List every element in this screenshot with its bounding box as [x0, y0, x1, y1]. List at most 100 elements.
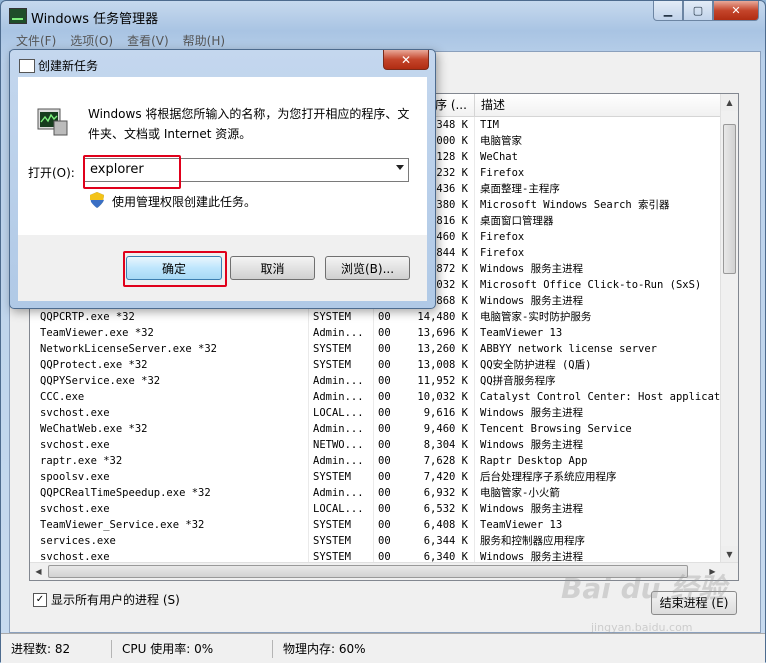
- table-row[interactable]: spoolsv.exe SYSTEM 00 7,420 K 后台处理程序子系统应用程序: [30, 469, 720, 485]
- process-description: ABBYY network license server: [480, 343, 658, 355]
- process-user: SYSTEM: [313, 343, 351, 355]
- process-description: Tencent Browsing Service: [480, 423, 632, 435]
- dialog-close-button[interactable]: ✕: [383, 50, 429, 70]
- process-description: TeamViewer 13: [480, 327, 563, 339]
- process-name: NetworkLicenseServer.exe *32: [40, 343, 218, 355]
- column-header-memory[interactable]: 序 (...: [430, 94, 479, 117]
- table-row[interactable]: CCC.exe Admin... 00 10,032 K Catalyst Contro…: [30, 389, 730, 405]
- process-cpu: 00: [378, 519, 391, 531]
- show-all-label: 显示所有用户的进程 (S): [51, 593, 180, 607]
- process-user: LOCAL...: [313, 407, 364, 419]
- table-row[interactable]: svchost.exe LOCAL... 00 6,532 K Windows 服务主进…: [30, 501, 720, 517]
- process-description: 服务和控制器应用程序: [480, 535, 585, 547]
- process-description: Windows 服务主进程: [480, 407, 584, 419]
- dialog-description: Windows 将根据您所输入的名称，为您打开相应的程序、文件夹、文档或 Int…: [88, 107, 410, 141]
- table-row[interactable]: QQPCRTP.exe *32 SYSTEM 00 14,480 K 电脑管家-实时防护…: [30, 309, 720, 325]
- column-header-description[interactable]: 描述: [474, 94, 727, 117]
- process-name: TeamViewer_Service.exe *32: [40, 519, 205, 531]
- cancel-button[interactable]: 取消: [230, 256, 315, 280]
- process-description: WeChat: [480, 151, 518, 163]
- process-memory: 7,628 K: [423, 455, 468, 467]
- process-description: QQ拼音服务程序: [480, 375, 556, 387]
- create-new-task-dialog: 创建新任务 ✕ Windows 将根据您所输入的名称，为您打开相应的程序、文件夹…: [9, 49, 436, 309]
- dialog-footer: 确定 取消 浏览(B)...: [18, 235, 427, 301]
- process-name: svchost.exe: [40, 503, 110, 515]
- status-bar: 进程数: 82 CPU 使用率: 0% 物理内存: 60%: [1, 633, 765, 663]
- process-cpu: 00: [378, 503, 391, 515]
- process-user: LOCAL...: [313, 503, 364, 515]
- show-all-processes-checkbox[interactable]: ✓ 显示所有用户的进程 (S): [33, 591, 180, 608]
- process-cpu: 00: [378, 455, 391, 467]
- process-name: svchost.exe: [40, 439, 110, 451]
- process-memory: 11,952 K: [417, 375, 468, 387]
- process-user: SYSTEM: [313, 311, 351, 323]
- process-cpu: 00: [378, 407, 391, 419]
- scroll-up-icon[interactable]: ▲: [721, 94, 738, 111]
- process-description: 后台处理程序子系统应用程序: [480, 471, 617, 483]
- close-button[interactable]: ✕: [713, 1, 759, 21]
- process-description: 电脑管家-实时防护服务: [480, 311, 592, 323]
- process-cpu: 00: [378, 375, 391, 387]
- table-row[interactable]: WeChatWeb.exe *32 Admin... 00 9,460 K Tencen…: [30, 421, 720, 437]
- maximize-button[interactable]: ▢: [683, 1, 713, 21]
- minimize-button[interactable]: ▁: [653, 1, 683, 21]
- process-cpu: 00: [378, 327, 391, 339]
- menu-options[interactable]: 选项(O): [63, 31, 120, 49]
- process-name: CCC.exe: [40, 391, 85, 403]
- table-row[interactable]: TeamViewer.exe *32 Admin... 00 13,696 K Team…: [30, 325, 720, 341]
- window-controls: ▁ ▢ ✕: [653, 1, 759, 21]
- process-description: Microsoft Office Click-to-Run (SxS): [480, 279, 702, 291]
- process-cpu: 00: [378, 423, 391, 435]
- process-description: TIM: [480, 119, 499, 131]
- table-row[interactable]: NetworkLicenseServer.exe *32 SYSTEM 00 13,2…: [30, 341, 720, 357]
- process-description: QQ安全防护进程 (Q盾): [480, 359, 592, 371]
- process-cpu: 00: [378, 487, 391, 499]
- watermark-logo: Bai du 经验: [561, 572, 727, 605]
- process-name: spoolsv.exe: [40, 471, 110, 483]
- process-memory: 13,260 K: [417, 343, 468, 355]
- menu-bar: 文件(F) 选项(O) 查看(V) 帮助(H): [9, 31, 232, 49]
- process-memory: 8,304 K: [423, 439, 468, 451]
- process-memory: 9,616 K: [423, 407, 468, 419]
- process-description: Windows 服务主进程: [480, 439, 584, 451]
- scroll-down-icon[interactable]: ▼: [721, 546, 738, 563]
- vertical-scrollbar[interactable]: ▲ ▼: [720, 94, 738, 563]
- table-row[interactable]: QQPYService.exe *32 Admin... 00 11,952 K QQ拼…: [30, 373, 720, 389]
- menu-help[interactable]: 帮助(H): [176, 31, 232, 49]
- highlight-box-input: [83, 155, 181, 189]
- menu-view[interactable]: 查看(V): [120, 31, 176, 49]
- dropdown-arrow-icon[interactable]: [396, 165, 404, 170]
- process-name: svchost.exe: [40, 407, 110, 419]
- process-description: Windows 服务主进程: [480, 295, 584, 307]
- status-memory: 物理内存: 60%: [283, 641, 366, 656]
- process-user: SYSTEM: [313, 535, 351, 547]
- table-row[interactable]: raptr.exe *32 Admin... 00 7,628 K Raptr Desk…: [30, 453, 720, 469]
- process-description: 桌面整理-主程序: [480, 183, 560, 195]
- menu-file[interactable]: 文件(F): [9, 31, 63, 49]
- vertical-scroll-thumb[interactable]: [723, 124, 736, 274]
- process-name: QQPCRealTimeSpeedup.exe *32: [40, 487, 211, 499]
- process-user: NETWO...: [313, 439, 364, 451]
- process-description: TeamViewer 13: [480, 519, 563, 531]
- process-description: Windows 服务主进程: [480, 263, 584, 275]
- process-description: Raptr Desktop App: [480, 455, 588, 467]
- table-row[interactable]: QQPCRealTimeSpeedup.exe *32 Admin... 00 6,9…: [30, 485, 720, 501]
- title-bar: Windows 任务管理器 ▁ ▢ ✕: [1, 1, 765, 31]
- table-row[interactable]: svchost.exe LOCAL... 00 9,616 K Windows 服务主进…: [30, 405, 720, 421]
- table-row[interactable]: QQProtect.exe *32 SYSTEM 00 13,008 K QQ安全防护进…: [30, 357, 720, 373]
- admin-privilege-text: 使用管理权限创建此任务。: [112, 195, 257, 209]
- process-memory: 13,008 K: [417, 359, 468, 371]
- table-row[interactable]: TeamViewer_Service.exe *32 SYSTEM 00 6,408 …: [30, 517, 720, 533]
- process-user: SYSTEM: [313, 471, 351, 483]
- scroll-left-icon[interactable]: ◀: [30, 563, 47, 580]
- process-name: QQProtect.exe *32: [40, 359, 148, 371]
- table-row[interactable]: svchost.exe NETWO... 00 8,304 K Windows 服务主进…: [30, 437, 720, 453]
- process-name: raptr.exe *32: [40, 455, 123, 467]
- table-row[interactable]: services.exe SYSTEM 00 6,344 K 服务和控制器应用程序: [30, 533, 720, 549]
- process-user: Admin...: [313, 375, 364, 387]
- checkbox-checked-icon[interactable]: ✓: [33, 592, 47, 607]
- process-user: Admin...: [313, 455, 364, 467]
- browse-button[interactable]: 浏览(B)...: [325, 256, 410, 280]
- process-memory: 6,344 K: [423, 535, 468, 547]
- status-cpu-usage: CPU 使用率: 0%: [112, 639, 273, 658]
